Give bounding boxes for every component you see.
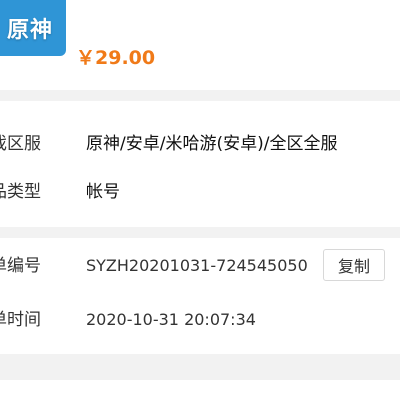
order-time-row: 单时间 2020-10-31 20:07:34 [0, 305, 400, 335]
type-value: 帐号 [86, 182, 120, 202]
product-title [80, 0, 400, 9]
next-card [0, 380, 400, 400]
region-label: 戏区服 [0, 134, 41, 154]
thumbnail-text: 原神 [6, 18, 53, 43]
product-price: ￥29.00 [76, 47, 156, 69]
region-value: 原神/安卓/米哈游(安卓)/全区全服 [86, 134, 338, 154]
type-row: 品类型 帐号 [0, 177, 400, 207]
product-info-card: 戏区服 原神/安卓/米哈游(安卓)/全区全服 品类型 帐号 [0, 101, 400, 227]
product-card[interactable]: 原神 ￥29.00 [0, 0, 400, 90]
region-row: 戏区服 原神/安卓/米哈游(安卓)/全区全服 [0, 129, 400, 159]
order-number-value: SYZH20201031-724545050 [86, 256, 308, 275]
product-thumbnail: 原神 [0, 0, 66, 56]
copy-button[interactable]: 复制 [323, 249, 385, 281]
order-time-label: 单时间 [0, 310, 41, 330]
order-number-label: 单编号 [0, 256, 41, 276]
order-time-value: 2020-10-31 20:07:34 [86, 310, 256, 329]
type-label: 品类型 [0, 182, 41, 202]
